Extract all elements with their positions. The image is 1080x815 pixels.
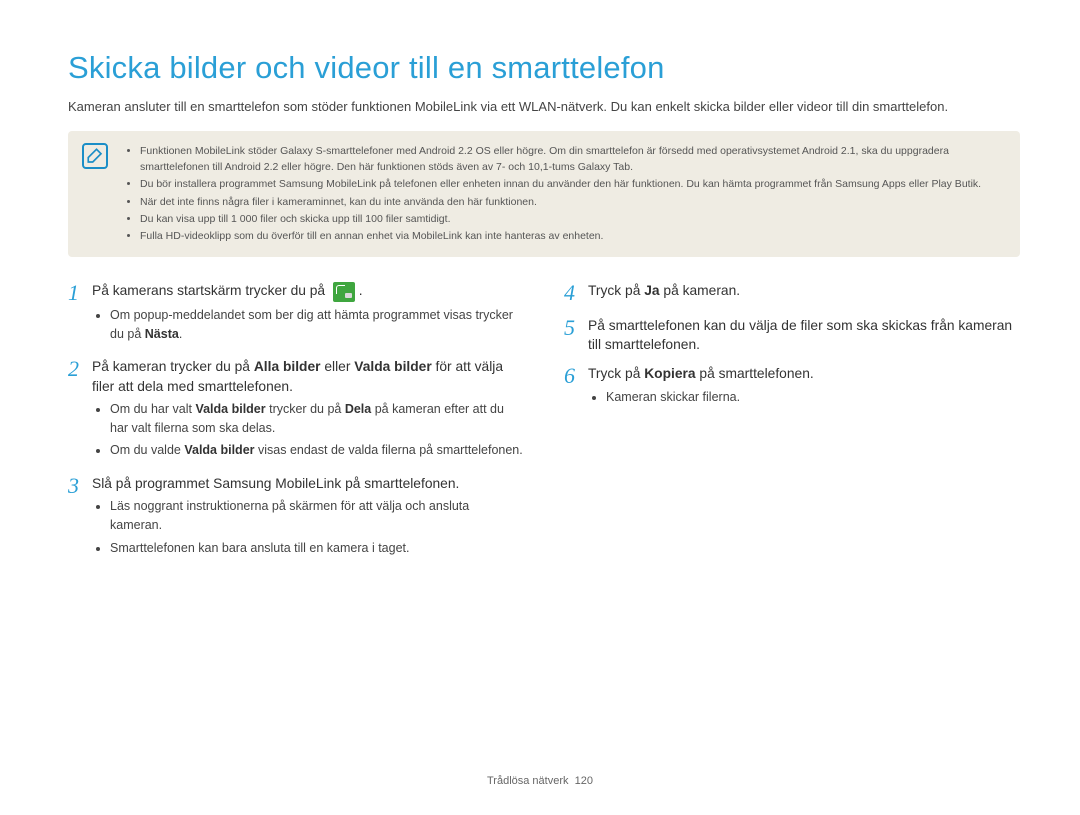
right-column: 4 Tryck på Ja på kameran. 5 På smarttele… bbox=[564, 281, 1020, 571]
step-number: 1 bbox=[68, 281, 92, 347]
step-text: På kameran trycker du på bbox=[92, 359, 254, 374]
step-6: 6 Tryck på Kopiera på smarttelefonen. Ka… bbox=[564, 364, 1020, 410]
step-body: Slå på programmet Samsung MobileLink på … bbox=[92, 474, 524, 562]
note-box: Funktionen MobileLink stöder Galaxy S-sm… bbox=[68, 131, 1020, 258]
steps-columns: 1 På kamerans startskärm trycker du på .… bbox=[68, 281, 1020, 571]
step-body: Tryck på Kopiera på smarttelefonen. Kame… bbox=[588, 364, 814, 410]
step-bullet: Kameran skickar filerna. bbox=[606, 388, 814, 407]
step-2: 2 På kameran trycker du på Alla bilder e… bbox=[68, 357, 524, 464]
step-bullet: Om du valde Valda bilder visas endast de… bbox=[110, 441, 524, 460]
step-number: 5 bbox=[564, 316, 588, 355]
note-item: Funktionen MobileLink stöder Galaxy S-sm… bbox=[140, 143, 1002, 176]
note-item: Fulla HD-videoklipp som du överför till … bbox=[140, 228, 1002, 244]
mobilelink-app-icon bbox=[333, 282, 355, 302]
step-text: . bbox=[359, 283, 363, 298]
step-5: 5 På smarttelefonen kan du välja de file… bbox=[564, 316, 1020, 355]
note-item: Du bör installera programmet Samsung Mob… bbox=[140, 176, 1002, 192]
step-bullet: Läs noggrant instruktionerna på skärmen … bbox=[110, 497, 524, 535]
step-4: 4 Tryck på Ja på kameran. bbox=[564, 281, 1020, 305]
step-1: 1 På kamerans startskärm trycker du på .… bbox=[68, 281, 524, 347]
page-footer: Trådlösa nätverk 120 bbox=[0, 775, 1080, 787]
document-page: Skicka bilder och videor till en smartte… bbox=[0, 0, 1080, 815]
step-number: 6 bbox=[564, 364, 588, 410]
note-icon bbox=[82, 143, 108, 169]
step-number: 4 bbox=[564, 281, 588, 305]
step-number: 3 bbox=[68, 474, 92, 562]
step-body: Tryck på Ja på kameran. bbox=[588, 281, 740, 305]
step-bullet: Om popup-meddelandet som ber dig att häm… bbox=[110, 306, 524, 344]
step-number: 2 bbox=[68, 357, 92, 464]
left-column: 1 På kamerans startskärm trycker du på .… bbox=[68, 281, 524, 571]
note-list: Funktionen MobileLink stöder Galaxy S-sm… bbox=[126, 143, 1002, 245]
step-3: 3 Slå på programmet Samsung MobileLink p… bbox=[68, 474, 524, 562]
step-body: På smarttelefonen kan du välja de filer … bbox=[588, 316, 1020, 355]
intro-paragraph: Kameran ansluter till en smarttelefon so… bbox=[68, 98, 1020, 117]
page-title: Skicka bilder och videor till en smartte… bbox=[68, 50, 1020, 86]
note-item: Du kan visa upp till 1 000 filer och ski… bbox=[140, 211, 1002, 227]
step-text: På smarttelefonen kan du välja de filer … bbox=[588, 318, 1012, 352]
step-bullet: Smarttelefonen kan bara ansluta till en … bbox=[110, 539, 524, 558]
step-text: Slå på programmet Samsung MobileLink på … bbox=[92, 476, 459, 491]
step-body: På kameran trycker du på Alla bilder ell… bbox=[92, 357, 524, 464]
step-text: På kamerans startskärm trycker du på bbox=[92, 283, 329, 298]
footer-section: Trådlösa nätverk bbox=[487, 775, 569, 787]
note-item: När det inte finns några filer i kameram… bbox=[140, 194, 1002, 210]
step-bullet: Om du har valt Valda bilder trycker du p… bbox=[110, 400, 524, 438]
step-body: På kamerans startskärm trycker du på . O… bbox=[92, 281, 524, 347]
footer-page-number: 120 bbox=[575, 775, 593, 787]
